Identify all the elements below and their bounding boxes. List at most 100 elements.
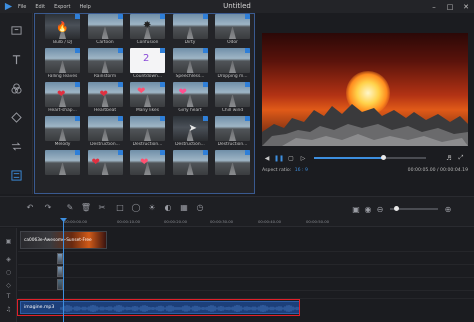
effect-label: Speechless... <box>175 74 205 79</box>
close-icon[interactable]: ✕ <box>458 0 474 13</box>
media-icon[interactable] <box>8 22 24 38</box>
effect-tile[interactable]: Falling leaves <box>45 48 80 82</box>
timeline-ruler[interactable]: 00:00:00.00 00:00:10.00 00:00:20.00 00:0… <box>0 218 474 227</box>
effect-tile[interactable]: 🔥 Bulb / DJ <box>45 14 80 48</box>
pause-icon[interactable]: ❚❚ <box>274 153 284 163</box>
seek-bar[interactable] <box>314 155 426 160</box>
timeline-toolbar: ↶ ↷ ✎ 🗑 ✂ □ ◯ ☀ ◐ ▦ ◷ ▣ ◉ ⊖ ⊕ <box>0 196 474 218</box>
effect-tile[interactable]: ✸ Confusion <box>130 14 165 48</box>
playhead-line[interactable] <box>63 218 64 322</box>
effect-thumbnail: ❤ <box>130 150 165 175</box>
maximize-icon[interactable]: □ <box>442 0 458 13</box>
download-badge-icon <box>245 150 250 155</box>
effect-tile[interactable]: ❤ Heart-shap... <box>45 82 80 116</box>
effect-thumbnail <box>87 116 123 141</box>
effect-tile[interactable]: ❤ Heartbeat <box>87 82 123 116</box>
aspect-ratio-value[interactable]: 16 : 9 <box>295 168 308 173</box>
effect-tile[interactable]: ❤ Girly heart <box>172 82 208 116</box>
effect-tile[interactable]: Destruction... <box>130 116 165 150</box>
effect-tile[interactable]: ❤ <box>87 150 123 184</box>
menu-edit[interactable]: Edit <box>35 4 45 10</box>
zoom-out-icon[interactable]: ⊖ <box>374 203 386 215</box>
effect-tile[interactable]: Dropping m... <box>215 48 250 82</box>
seek-handle[interactable] <box>380 155 386 160</box>
duration-icon[interactable]: ◷ <box>194 202 206 214</box>
effect-label: Dropping m... <box>217 74 248 79</box>
download-badge-icon <box>160 150 165 155</box>
effect-tile[interactable]: ❤ Many likes <box>130 82 165 116</box>
effect-thumbnail <box>172 14 208 39</box>
overlays-icon[interactable] <box>8 109 24 125</box>
record-icon[interactable]: ◉ <box>362 203 374 215</box>
color-icon[interactable]: ◐ <box>162 202 174 214</box>
download-badge-icon <box>75 48 80 53</box>
effect-sticker-icon: ✸ <box>143 20 152 31</box>
effect-tile[interactable]: Chill wind <box>215 82 250 116</box>
volume-icon[interactable]: ♬ <box>444 153 454 163</box>
menu-export[interactable]: Export <box>54 4 70 10</box>
effect-sticker-icon: ❤ <box>91 157 100 168</box>
menu-bar: File Edit Export Help <box>18 4 100 10</box>
effect-tile[interactable]: Odor <box>215 14 250 48</box>
effect-tile[interactable]: ❤ <box>130 150 165 184</box>
effect-thumbnail <box>215 14 250 39</box>
cut-icon[interactable]: ✂ <box>96 202 108 214</box>
download-badge-icon <box>117 82 123 87</box>
effect-tile[interactable]: Destruction... <box>215 116 250 150</box>
download-badge-icon <box>117 48 123 53</box>
redo-icon[interactable]: ↷ <box>42 202 54 214</box>
effect-label: Melody <box>54 142 71 147</box>
effect-tile[interactable]: Destruction... <box>87 116 123 150</box>
effect-tile[interactable]: Speechless... <box>172 48 208 82</box>
undo-icon[interactable]: ↶ <box>24 202 36 214</box>
transitions-icon[interactable] <box>8 138 24 154</box>
effect-tile[interactable]: Dirty <box>172 14 208 48</box>
effect-tile[interactable]: Rainstorm <box>87 48 123 82</box>
screenshot-icon[interactable]: ▣ <box>350 203 362 215</box>
zoom-slider[interactable] <box>390 206 438 211</box>
previous-frame-icon[interactable]: ◀ <box>262 153 272 163</box>
effect-thumbnail: ✸ <box>130 14 165 39</box>
effect-label: Heart-shap... <box>48 108 77 113</box>
effect-tile[interactable]: Cartoon <box>87 14 123 48</box>
edit-icon[interactable]: ✎ <box>64 202 76 214</box>
effect-tile[interactable]: ➤ Destruction... <box>172 116 208 150</box>
video-clip-name: ca0063e-Awesome-Sunset-Free <box>24 238 92 243</box>
fullscreen-icon[interactable]: ⤢ <box>456 153 466 163</box>
effect-thumbnail <box>215 48 250 73</box>
video-editor-window: File Edit Export Help Untitled – □ ✕ 🔥 B… <box>0 0 474 322</box>
filters-icon[interactable] <box>8 80 24 96</box>
effect-label: Girly heart <box>178 108 202 113</box>
menu-file[interactable]: File <box>18 4 26 10</box>
effect-thumbnail: ❤ <box>45 82 80 107</box>
zoom-in-icon[interactable]: ⊕ <box>442 203 454 215</box>
download-badge-icon <box>117 150 123 155</box>
minimize-icon[interactable]: – <box>426 0 442 13</box>
download-badge-icon <box>75 116 80 121</box>
overlay-track-icon: ◈ <box>6 256 11 263</box>
next-frame-icon[interactable]: ▷ <box>298 153 308 163</box>
stop-icon[interactable]: ▢ <box>286 153 296 163</box>
effect-tile[interactable] <box>45 150 80 184</box>
speed-icon[interactable]: ◯ <box>130 202 142 214</box>
menu-help[interactable]: Help <box>79 4 90 10</box>
effects-icon[interactable] <box>8 167 24 183</box>
effect-tile[interactable] <box>215 150 250 184</box>
effect-label: Dirty <box>184 40 196 45</box>
effect-label: Odor <box>227 40 238 45</box>
text-icon[interactable] <box>8 51 24 67</box>
mosaic-icon[interactable]: ▦ <box>178 202 190 214</box>
effect-tile[interactable]: 2 Countdown... <box>130 48 165 82</box>
download-badge-icon <box>202 150 208 155</box>
ruler-tick: 00:00:20.00 <box>164 219 188 224</box>
delete-icon[interactable]: 🗑 <box>80 202 92 214</box>
effect-thumbnail <box>45 150 80 175</box>
freeze-icon[interactable]: ☀ <box>146 202 158 214</box>
effect-tile[interactable] <box>172 150 208 184</box>
crop-icon[interactable]: □ <box>114 202 126 214</box>
zoom-handle[interactable] <box>394 206 399 211</box>
text-track-icon: T <box>6 293 11 300</box>
audio-track-icon: ♫ <box>5 306 12 313</box>
effect-sticker-icon: 🔥 <box>56 22 69 33</box>
effect-tile[interactable]: Melody <box>45 116 80 150</box>
